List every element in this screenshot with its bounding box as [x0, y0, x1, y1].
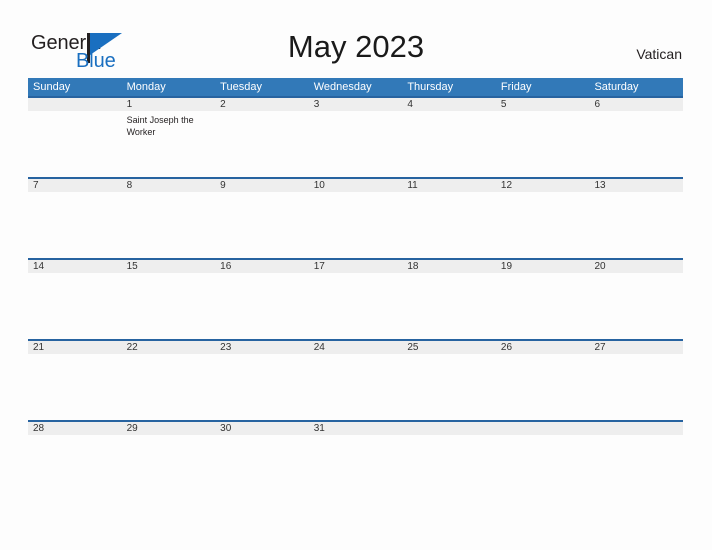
day-cell[interactable]: Saint Joseph the Worker [122, 111, 216, 177]
weekday-thursday: Thursday [407, 81, 454, 93]
date-number[interactable]: 8 [122, 179, 216, 192]
day-cell[interactable] [28, 192, 122, 258]
date-number-empty [402, 422, 496, 435]
date-number-band: 123456 [28, 96, 683, 111]
day-cell [496, 435, 590, 501]
day-cell[interactable] [28, 435, 122, 501]
weekday-monday: Monday [126, 81, 166, 93]
day-cell[interactable] [496, 192, 590, 258]
date-number[interactable]: 15 [122, 260, 216, 273]
date-number[interactable]: 26 [496, 341, 590, 354]
date-number[interactable]: 21 [28, 341, 122, 354]
day-content-band [28, 273, 683, 339]
day-cell[interactable] [215, 354, 309, 420]
date-number[interactable]: 1 [122, 98, 216, 111]
date-number[interactable]: 28 [28, 422, 122, 435]
date-number-empty [28, 98, 122, 111]
date-number[interactable]: 20 [589, 260, 683, 273]
date-number[interactable]: 18 [402, 260, 496, 273]
weekday-friday: Friday [500, 81, 532, 93]
day-cell[interactable] [589, 192, 683, 258]
day-cell[interactable] [402, 111, 496, 177]
calendar-week-row: 14 15 16 17 18 19 20 [28, 258, 683, 339]
day-cell [402, 435, 496, 501]
day-cell[interactable] [215, 435, 309, 501]
date-number[interactable]: 3 [309, 98, 403, 111]
date-number[interactable]: 9 [215, 179, 309, 192]
date-number[interactable]: 13 [589, 179, 683, 192]
day-content-band [28, 354, 683, 420]
page-header: General Blue May 2023 Vatican [0, 0, 712, 78]
date-number[interactable]: 16 [215, 260, 309, 273]
date-number[interactable]: 10 [309, 179, 403, 192]
date-number[interactable]: 19 [496, 260, 590, 273]
day-content-band [28, 435, 683, 501]
day-cell[interactable] [215, 192, 309, 258]
date-number[interactable]: 31 [309, 422, 403, 435]
page-title: May 2023 [287, 29, 425, 64]
weekday-wednesday: Wednesday [313, 81, 372, 93]
date-number[interactable]: 24 [309, 341, 403, 354]
date-number[interactable]: 25 [402, 341, 496, 354]
day-content-band [28, 192, 683, 258]
date-number[interactable]: 27 [589, 341, 683, 354]
date-number-band: 7 8 9 10 11 12 13 [28, 177, 683, 192]
calendar-week-row: 1 2 3 4 5 6 Saint Joseph the Worker [28, 96, 683, 177]
day-cell[interactable] [215, 273, 309, 339]
day-cell[interactable] [402, 192, 496, 258]
date-number[interactable]: 17 [309, 260, 403, 273]
date-number-band: 21 22 23 24 25 26 27 [28, 339, 683, 354]
date-number-band: 28 29 30 31 [28, 420, 683, 435]
day-cell[interactable] [589, 273, 683, 339]
date-number[interactable]: 7 [28, 179, 122, 192]
weekday-sunday: Sunday [33, 81, 71, 93]
day-cell[interactable] [589, 354, 683, 420]
day-cell[interactable] [309, 273, 403, 339]
day-cell[interactable] [496, 111, 590, 177]
calendar-week-row: 21 22 23 24 25 26 27 [28, 339, 683, 420]
holiday-event-label: Saint Joseph the Worker [126, 115, 194, 137]
date-number[interactable]: 22 [122, 341, 216, 354]
day-cell[interactable] [28, 273, 122, 339]
date-number-empty [589, 422, 683, 435]
day-cell[interactable] [215, 111, 309, 177]
day-cell[interactable] [309, 192, 403, 258]
day-cell[interactable] [496, 273, 590, 339]
day-cell[interactable] [122, 354, 216, 420]
day-cell[interactable] [122, 192, 216, 258]
date-number[interactable]: 11 [402, 179, 496, 192]
day-cell[interactable] [402, 354, 496, 420]
date-number-band: 14 15 16 17 18 19 20 [28, 258, 683, 273]
calendar-grid: Sunday Monday Tuesday Wednesday Thursday… [28, 78, 683, 501]
date-number[interactable]: 2 [215, 98, 309, 111]
calendar-week-row: 7 8 9 10 11 12 13 [28, 177, 683, 258]
day-cell[interactable] [309, 435, 403, 501]
day-content-band: Saint Joseph the Worker [28, 111, 683, 177]
date-number-empty [496, 422, 590, 435]
day-cell[interactable] [309, 111, 403, 177]
day-cell[interactable] [496, 354, 590, 420]
date-number[interactable]: 23 [215, 341, 309, 354]
date-number[interactable]: 12 [496, 179, 590, 192]
weekday-header-row: Sunday Monday Tuesday Wednesday Thursday… [28, 78, 683, 96]
day-cell[interactable] [28, 354, 122, 420]
day-cell[interactable] [122, 435, 216, 501]
date-number[interactable]: 6 [589, 98, 683, 111]
date-number[interactable]: 5 [496, 98, 590, 111]
date-number[interactable]: 30 [215, 422, 309, 435]
weekday-saturday: Saturday [594, 81, 639, 93]
calendar-week-row: 28 29 30 31 [28, 420, 683, 501]
day-cell[interactable] [122, 273, 216, 339]
date-number[interactable]: 14 [28, 260, 122, 273]
day-cell [589, 435, 683, 501]
date-number[interactable]: 4 [402, 98, 496, 111]
day-cell [28, 111, 122, 177]
calendar-weeks: 1 2 3 4 5 6 Saint Joseph the Worker 7 8 9 10 11 12 13… [28, 96, 683, 501]
region-label: Vatican [636, 46, 682, 62]
day-cell[interactable] [589, 111, 683, 177]
day-cell[interactable] [309, 354, 403, 420]
day-cell[interactable] [402, 273, 496, 339]
date-number[interactable]: 29 [122, 422, 216, 435]
weekday-tuesday: Tuesday [220, 81, 262, 93]
